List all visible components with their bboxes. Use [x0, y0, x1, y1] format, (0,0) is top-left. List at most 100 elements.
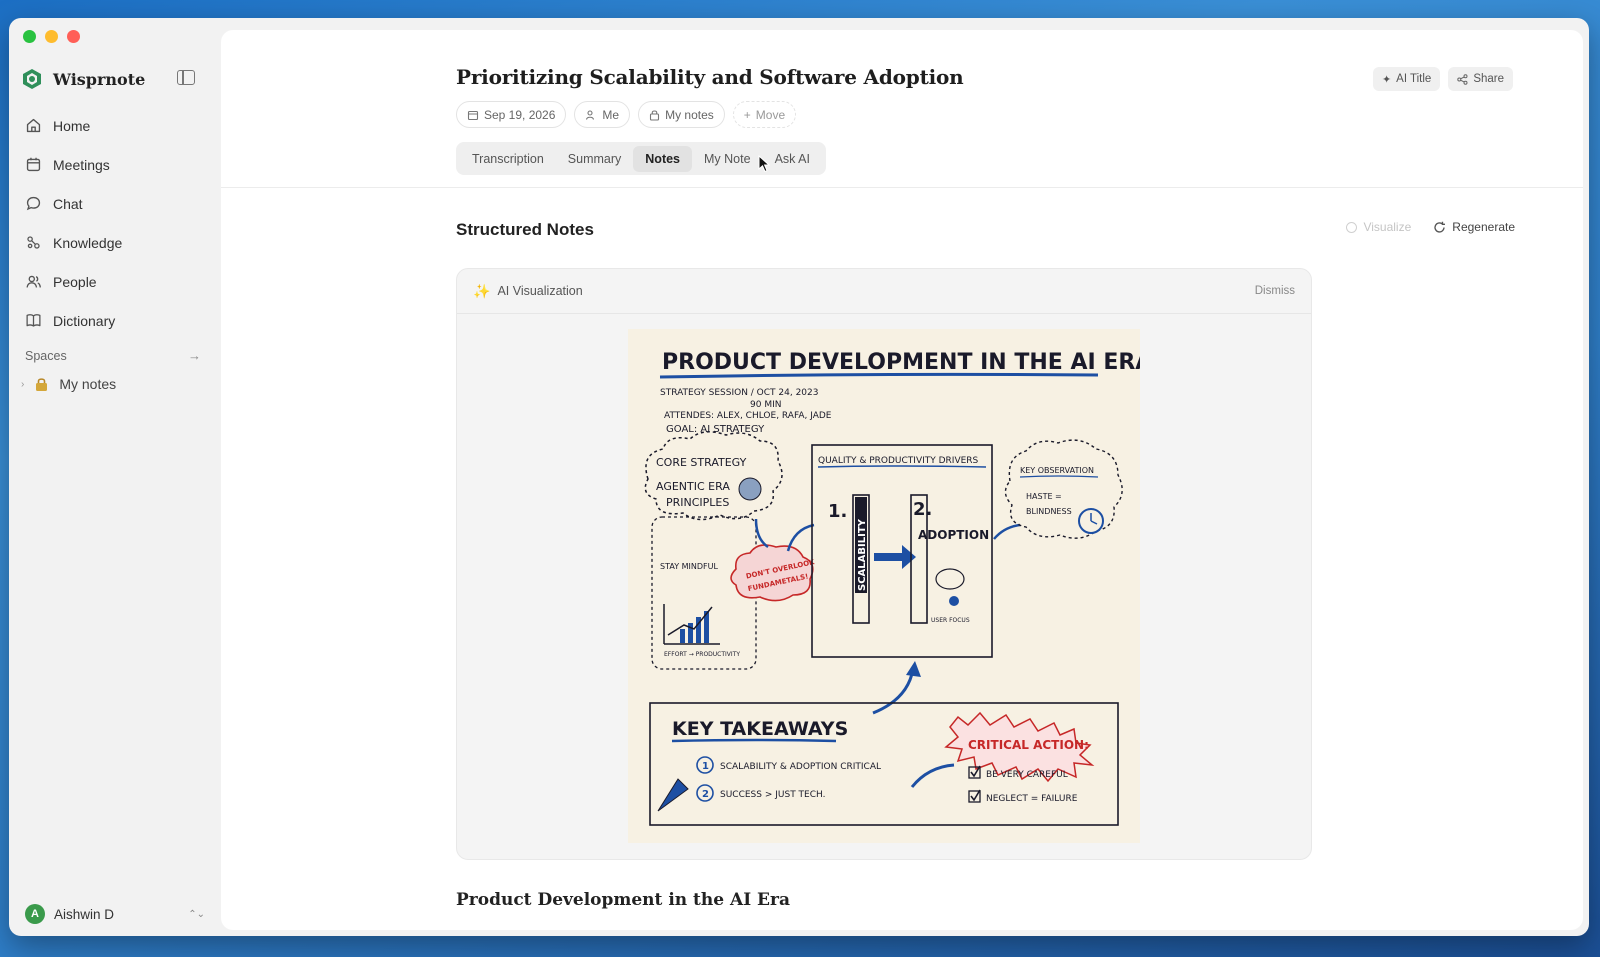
sidebar-item-dictionary[interactable]: Dictionary: [17, 301, 213, 340]
core-title: CORE STRATEGY: [656, 456, 747, 469]
sparkle-icon: ✨: [473, 282, 491, 299]
move-chip[interactable]: + Move: [732, 101, 797, 128]
arrow-right-icon[interactable]: →: [188, 348, 201, 363]
app-window: Wisprnote Home Meetings Chat Knowledge P…: [9, 18, 1589, 936]
sidebar-toggle-icon[interactable]: [177, 70, 195, 85]
section-actions: Visualize Regenerate: [1346, 220, 1515, 234]
sidebar-item-label: Home: [53, 117, 91, 134]
owner-chip[interactable]: Me: [574, 101, 631, 128]
space-chip[interactable]: My notes: [638, 101, 725, 128]
tab-ask-ai[interactable]: Ask AI: [763, 146, 822, 172]
space-label: My notes: [665, 107, 714, 122]
sidebar-item-label: Dictionary: [53, 312, 116, 329]
people-icon: [586, 109, 595, 120]
date-label: Sep 19, 2026: [484, 107, 556, 122]
ai-title-label: AI Title: [1396, 73, 1432, 85]
svg-text:2: 2: [702, 789, 709, 800]
sketch-session: STRATEGY SESSION / OCT 24, 2023: [660, 388, 818, 398]
takeaways-title: KEY TAKEAWAYS: [672, 718, 848, 740]
move-label: Move: [755, 107, 786, 122]
tab-my-note[interactable]: My Note: [692, 146, 763, 172]
sparkle-icon: ✦: [1381, 73, 1392, 86]
tab-transcription[interactable]: Transcription: [460, 146, 556, 172]
user-menu[interactable]: A Aishwin D ⌃⌄: [25, 904, 205, 924]
knowledge-icon: [27, 236, 40, 249]
ai-title-button[interactable]: ✦ AI Title: [1372, 67, 1441, 91]
ai-visualization-card: ✨ AI Visualization Dismiss PRODUCT DEVEL…: [456, 268, 1312, 860]
tab-summary[interactable]: Summary: [556, 146, 633, 172]
takeaway-1: SCALABILITY & ADOPTION CRITICAL: [720, 762, 881, 772]
page-title[interactable]: Prioritizing Scalability and Software Ad…: [456, 65, 964, 89]
regenerate-button[interactable]: Regenerate: [1433, 220, 1515, 234]
logo-icon: [23, 69, 41, 89]
sidebar-item-meetings[interactable]: Meetings: [17, 145, 213, 184]
critical-2: NEGLECT = FAILURE: [986, 794, 1078, 804]
lock-icon: [650, 109, 660, 121]
space-item-my-notes[interactable]: › My notes: [21, 376, 116, 392]
sidebar-item-people[interactable]: People: [17, 262, 213, 301]
num-2: 2.: [913, 499, 932, 520]
share-button[interactable]: Share: [1448, 67, 1513, 91]
spaces-label: Spaces: [25, 348, 67, 363]
critical-1: BE VERY CAREFUL: [986, 770, 1068, 780]
note-tabs: Transcription Summary Notes My Note Ask …: [456, 142, 826, 175]
regenerate-label: Regenerate: [1452, 220, 1515, 234]
sketch-duration: 90 MIN: [750, 400, 781, 410]
sketch-attendees: ATTENDES: ALEX, CHLOE, RAFA, JADE: [664, 411, 832, 421]
date-chip[interactable]: Sep 19, 2026: [456, 101, 567, 128]
share-label: Share: [1473, 73, 1504, 85]
note-meta: Sep 19, 2026 Me My notes + Move: [456, 101, 797, 128]
chevron-right-icon[interactable]: ›: [21, 379, 24, 390]
key-observation: KEY OBSERVATION: [1020, 466, 1094, 475]
divider: [221, 187, 1583, 188]
dismiss-button[interactable]: Dismiss: [1255, 285, 1295, 297]
visualize-label: Visualize: [1363, 220, 1412, 234]
visualization-image[interactable]: PRODUCT DEVELOPMENT IN THE AI ERA STRATE…: [628, 329, 1152, 843]
brand-name: Wisprnote: [53, 69, 146, 89]
brand[interactable]: Wisprnote: [21, 68, 145, 90]
calendar-icon: [467, 110, 479, 120]
stay-mindful: STAY MINDFUL: [660, 562, 718, 571]
viz-label: AI Visualization: [497, 284, 583, 298]
spinner-icon: [1346, 221, 1358, 233]
owner-label: Me: [602, 107, 620, 122]
drivers-title: QUALITY & PRODUCTIVITY DRIVERS: [818, 456, 979, 466]
blindness-label: BLINDNESS: [1026, 507, 1072, 516]
spaces-header: Spaces →: [25, 348, 201, 363]
sketchnote-drawing: PRODUCT DEVELOPMENT IN THE AI ERA STRATE…: [644, 350, 1152, 826]
refresh-icon: [1434, 221, 1446, 233]
sketch-goal: GOAL: AI STRATEGY: [666, 424, 765, 435]
visualize-button[interactable]: Visualize: [1346, 220, 1411, 234]
note-subheading: Product Development in the AI Era: [456, 890, 790, 910]
note-actions: ✦ AI Title Share: [1372, 67, 1513, 91]
home-icon: [26, 118, 41, 133]
sidebar: Wisprnote Home Meetings Chat Knowledge P…: [9, 18, 221, 936]
sidebar-item-knowledge[interactable]: Knowledge: [17, 223, 213, 262]
sidebar-item-chat[interactable]: Chat: [17, 184, 213, 223]
lock-icon: [36, 378, 48, 391]
space-item-label: My notes: [59, 376, 117, 392]
avatar: A: [25, 904, 45, 924]
svg-text:1: 1: [702, 761, 709, 772]
sidebar-item-home[interactable]: Home: [17, 106, 213, 145]
tab-notes[interactable]: Notes: [633, 145, 693, 172]
critical-action: CRITICAL ACTION:: [968, 738, 1089, 752]
chevron-updown-icon: ⌃⌄: [188, 908, 205, 920]
calendar-icon: [26, 157, 41, 172]
num-1: 1.: [828, 501, 847, 522]
scalability-label: SCALABILITY: [857, 518, 868, 591]
adoption-label: ADOPTION: [918, 528, 989, 542]
sidebar-item-label: Knowledge: [53, 234, 123, 251]
share-icon: [1457, 73, 1468, 85]
sidebar-item-label: People: [53, 273, 97, 290]
viz-header: ✨ AI Visualization Dismiss: [457, 269, 1311, 314]
core-line1: AGENTIC ERA: [656, 480, 730, 493]
user-focus-label: USER FOCUS: [931, 617, 970, 624]
sketch-heading: PRODUCT DEVELOPMENT IN THE AI ERA: [662, 350, 1140, 375]
takeaway-2: SUCCESS > JUST TECH.: [720, 790, 826, 800]
people-icon: [26, 275, 41, 288]
mouse-cursor-icon: [758, 155, 770, 173]
section-title: Structured Notes: [456, 220, 594, 239]
haste-label: HASTE =: [1026, 492, 1062, 501]
book-icon: [26, 314, 41, 327]
